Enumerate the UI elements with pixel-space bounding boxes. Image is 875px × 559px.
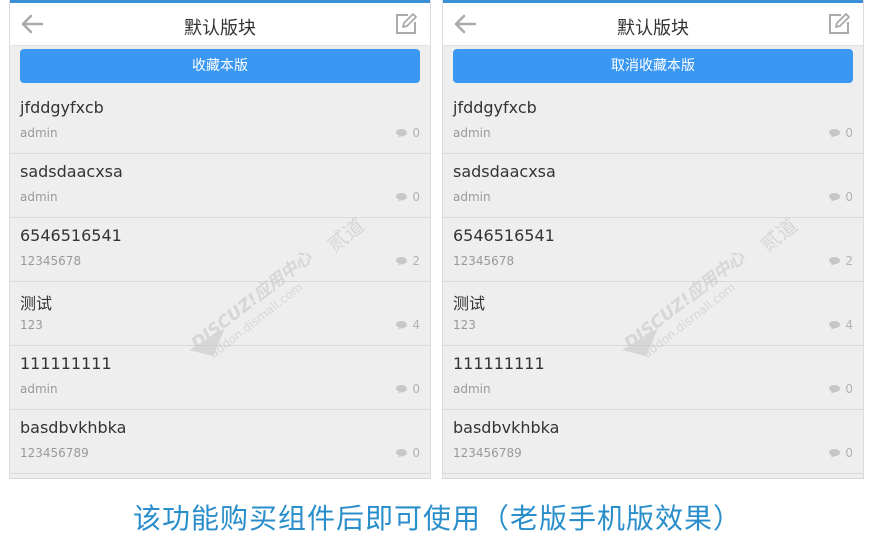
thread-author: 123 bbox=[453, 318, 476, 332]
thread-author: 12345678 bbox=[20, 254, 82, 268]
reply-count: 0 bbox=[395, 126, 420, 140]
thread-list: jfddgyfxcb admin 0 sadsdaacxsa admin 0 6… bbox=[443, 90, 863, 474]
list-item[interactable]: 111111111 admin 0 bbox=[443, 346, 863, 410]
reply-count: 0 bbox=[828, 446, 853, 460]
thread-author: admin bbox=[453, 126, 491, 140]
comment-bubble-icon bbox=[396, 321, 408, 330]
comment-bubble-icon bbox=[829, 321, 841, 330]
reply-count: 0 bbox=[395, 446, 420, 460]
list-item[interactable]: jfddgyfxcb admin 0 bbox=[10, 90, 430, 154]
reply-count-value: 2 bbox=[412, 254, 420, 268]
edit-icon[interactable] bbox=[394, 12, 418, 36]
edit-icon[interactable] bbox=[827, 12, 851, 36]
unfavorite-forum-button[interactable]: 取消收藏本版 bbox=[453, 49, 853, 83]
comment-bubble-icon bbox=[396, 193, 408, 202]
reply-count: 0 bbox=[395, 190, 420, 204]
comment-bubble-icon bbox=[829, 449, 841, 458]
list-item[interactable]: basdbvkhbka 123456789 0 bbox=[443, 410, 863, 474]
reply-count: 4 bbox=[395, 318, 420, 332]
reply-count-value: 0 bbox=[845, 382, 853, 396]
thread-title: jfddgyfxcb bbox=[453, 98, 537, 117]
thread-title: 111111111 bbox=[453, 354, 545, 373]
phone-screen-left: 默认版块 收藏本版 jfddgyfxcb admin 0 sadsdaacxsa… bbox=[9, 0, 431, 479]
thread-author: 123456789 bbox=[453, 446, 522, 460]
phone-screen-right: 默认版块 取消收藏本版 jfddgyfxcb admin 0 sadsdaacx… bbox=[442, 0, 864, 479]
page-title: 默认版块 bbox=[184, 18, 256, 39]
thread-title: 111111111 bbox=[20, 354, 112, 373]
page-title: 默认版块 bbox=[617, 18, 689, 39]
reply-count-value: 0 bbox=[845, 190, 853, 204]
reply-count-value: 0 bbox=[412, 446, 420, 460]
thread-title: sadsdaacxsa bbox=[453, 162, 556, 181]
reply-count-value: 4 bbox=[412, 318, 420, 332]
thread-author: 123 bbox=[20, 318, 43, 332]
comment-bubble-icon bbox=[829, 193, 841, 202]
favorite-forum-button[interactable]: 收藏本版 bbox=[20, 49, 420, 83]
list-item[interactable]: basdbvkhbka 123456789 0 bbox=[10, 410, 430, 474]
comment-bubble-icon bbox=[396, 385, 408, 394]
list-item[interactable]: 6546516541 12345678 2 bbox=[443, 218, 863, 282]
thread-author: admin bbox=[453, 190, 491, 204]
list-item[interactable]: jfddgyfxcb admin 0 bbox=[443, 90, 863, 154]
reply-count-value: 0 bbox=[845, 126, 853, 140]
list-item[interactable]: 6546516541 12345678 2 bbox=[10, 218, 430, 282]
list-item[interactable]: 测试 123 4 bbox=[443, 282, 863, 346]
thread-author: admin bbox=[20, 126, 58, 140]
list-item[interactable]: sadsdaacxsa admin 0 bbox=[443, 154, 863, 218]
reply-count: 4 bbox=[828, 318, 853, 332]
thread-title: 测试 bbox=[20, 294, 53, 313]
comment-bubble-icon bbox=[396, 257, 408, 266]
reply-count: 0 bbox=[828, 382, 853, 396]
top-bar: 默认版块 bbox=[443, 0, 863, 46]
thread-title: basdbvkhbka bbox=[453, 418, 560, 437]
reply-count-value: 0 bbox=[412, 190, 420, 204]
reply-count: 0 bbox=[828, 190, 853, 204]
reply-count: 2 bbox=[828, 254, 853, 268]
top-bar: 默认版块 bbox=[10, 0, 430, 46]
reply-count-value: 4 bbox=[845, 318, 853, 332]
thread-author: 123456789 bbox=[20, 446, 89, 460]
reply-count: 0 bbox=[395, 382, 420, 396]
thread-title: 6546516541 bbox=[453, 226, 555, 245]
thread-author: admin bbox=[20, 382, 58, 396]
thread-author: admin bbox=[453, 382, 491, 396]
reply-count: 2 bbox=[395, 254, 420, 268]
reply-count-value: 0 bbox=[412, 126, 420, 140]
caption-text: 该功能购买组件后即可使用（老版手机版效果） bbox=[132, 502, 742, 535]
reply-count-value: 2 bbox=[845, 254, 853, 268]
list-item[interactable]: sadsdaacxsa admin 0 bbox=[10, 154, 430, 218]
list-item[interactable]: 测试 123 4 bbox=[10, 282, 430, 346]
comment-bubble-icon bbox=[396, 129, 408, 138]
reply-count-value: 0 bbox=[412, 382, 420, 396]
comment-bubble-icon bbox=[829, 129, 841, 138]
thread-title: jfddgyfxcb bbox=[20, 98, 104, 117]
comment-bubble-icon bbox=[829, 257, 841, 266]
comment-bubble-icon bbox=[396, 449, 408, 458]
thread-list: jfddgyfxcb admin 0 sadsdaacxsa admin 0 6… bbox=[10, 90, 430, 474]
thread-title: 测试 bbox=[453, 294, 486, 313]
list-item[interactable]: 111111111 admin 0 bbox=[10, 346, 430, 410]
thread-title: basdbvkhbka bbox=[20, 418, 127, 437]
thread-title: 6546516541 bbox=[20, 226, 122, 245]
thread-author: 12345678 bbox=[453, 254, 515, 268]
reply-count-value: 0 bbox=[845, 446, 853, 460]
comment-bubble-icon bbox=[829, 385, 841, 394]
thread-title: sadsdaacxsa bbox=[20, 162, 123, 181]
reply-count: 0 bbox=[828, 126, 853, 140]
thread-author: admin bbox=[20, 190, 58, 204]
